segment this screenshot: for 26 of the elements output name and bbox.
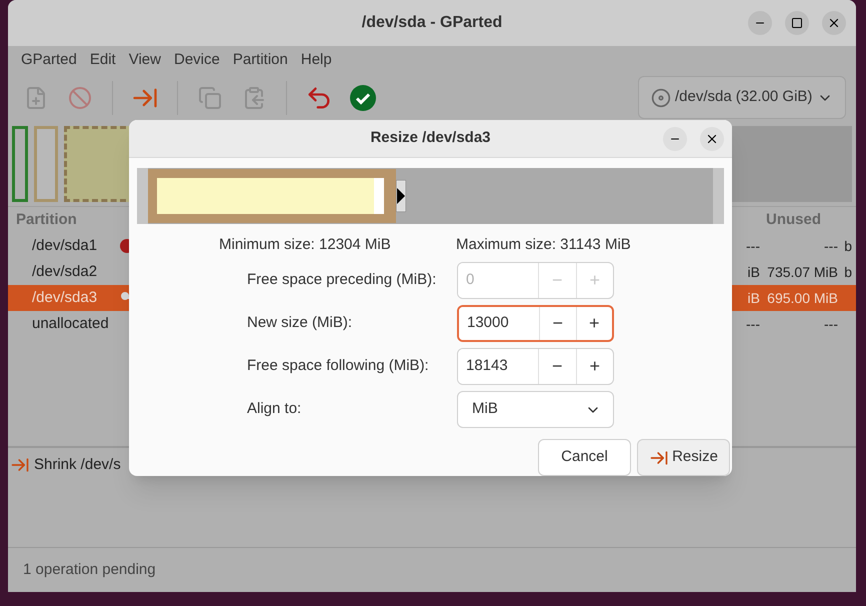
table-cell-text: --- (745, 314, 760, 334)
table-cell-text: --- (823, 314, 838, 334)
window-title: /dev/sda - GParted (362, 13, 502, 33)
status-text: 1 operation pending (23, 560, 156, 580)
device-size: (32.00 GiB) (736, 87, 812, 108)
field-label: Free space preceding (MiB): (247, 270, 438, 290)
dialog-title: Resize /dev/sda3 (370, 128, 491, 148)
table-cell-text: 735.07 MiB (766, 262, 838, 282)
table-cell-text: --- (823, 236, 838, 256)
table-cell-text: /dev/sda1 (32, 236, 98, 256)
table-cell-text: iB (746, 288, 760, 308)
operation-item: Shrink /dev/s (34, 455, 121, 475)
table-cell-text: --- (745, 236, 760, 256)
column-header: Partition (16, 210, 77, 230)
table-cell-text: 695.00 MiB (766, 288, 838, 308)
field-label: Align to: (247, 399, 302, 420)
field-label: Free space following (MiB): (247, 356, 430, 376)
field-label: New size (MiB): (247, 313, 354, 334)
maximum-size-label: Maximum size: 31143 MiB (456, 234, 631, 254)
column-header: Unused (766, 210, 822, 230)
device-name: /dev/sda (675, 87, 732, 108)
table-cell-text: /dev/sda3 (32, 288, 98, 308)
table-cell-text: iB (746, 262, 760, 282)
table-cell-text: b (843, 262, 852, 282)
table-cell-text: b (843, 236, 852, 256)
minimum-size-label: Minimum size: 12304 MiB (219, 234, 392, 254)
